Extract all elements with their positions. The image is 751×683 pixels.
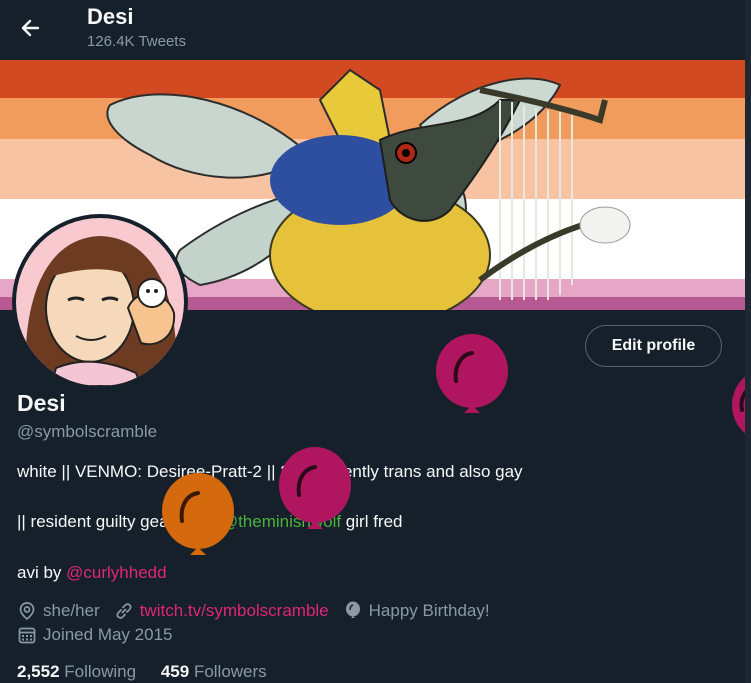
user-handle: @symbolscramble [17,422,158,441]
balloon-icon [162,473,234,555]
birthday: Happy Birthday! [343,601,490,621]
balloon-icon [732,376,745,434]
followers-count: 459 [160,662,190,681]
top-bar: Desi 126.4K Tweets [0,0,745,58]
location-text: she/her [43,601,100,620]
edit-profile-button[interactable]: Edit profile [585,325,722,367]
following-count: 2,552 [17,662,60,681]
back-button[interactable] [16,13,46,43]
bio-text: avi by [17,563,67,582]
avatar[interactable] [12,214,188,390]
website: twitch.tv/symbolscramble [114,601,329,621]
mention-link[interactable]: @curlyhhedd [66,563,166,582]
balloon-icon [436,334,508,413]
joined: Joined May 2015 [17,625,172,645]
website-link[interactable]: twitch.tv/symbolscramble [140,601,329,621]
link-icon [116,603,132,619]
display-name: Desi [17,390,66,416]
balloon-icon [345,601,360,618]
scrollbar[interactable] [745,0,751,683]
joined-text: Joined May 2015 [43,625,173,644]
tweet-count: 126.4K Tweets [87,33,186,50]
balloon-icon [279,447,351,529]
location-icon [19,602,35,621]
avatar-image [16,218,184,386]
joined-row: Joined May 2015 [17,625,186,645]
bio-line-3: avi by @curlyhhedd [17,563,167,583]
following-link[interactable]: 2,552 Following [17,662,156,681]
page-title: Desi [87,4,134,29]
following-label: Following [64,662,137,681]
location: she/her [17,601,100,621]
bio-line-1: white || VENMO: Desiree-Pratt-2 || 20 ||… [17,462,523,481]
birthday-text: Happy Birthday! [368,601,490,620]
calendar-icon [18,627,36,644]
follow-stats: 2,552 Following 459 Followers [17,662,287,682]
back-arrow-icon [21,19,40,37]
followers-label: Followers [193,662,267,681]
followers-link[interactable]: 459 Followers [161,662,287,681]
profile-meta: she/her twitch.tv/symbolscramble Happy B… [17,601,504,621]
